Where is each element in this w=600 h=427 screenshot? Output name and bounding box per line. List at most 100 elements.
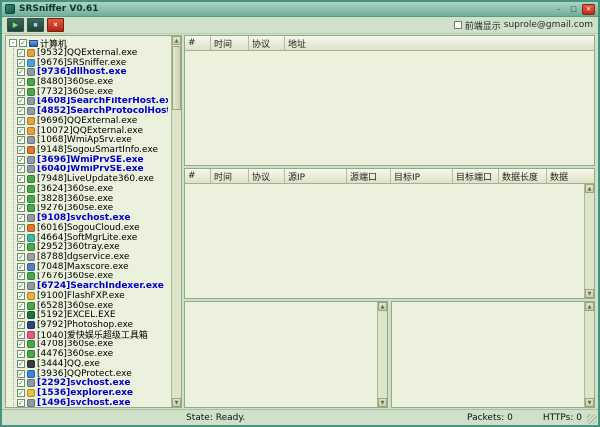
process-checkbox[interactable]: ✓	[17, 379, 25, 387]
process-checkbox[interactable]: ✓	[17, 399, 25, 407]
collapse-icon[interactable]: -	[9, 39, 17, 47]
tree-item-process[interactable]: ✓ [3936]QQProtect.exe	[17, 369, 168, 379]
close-button[interactable]: ×	[582, 4, 595, 15]
process-checkbox[interactable]: ✓	[17, 360, 25, 368]
scroll-down-icon[interactable]: ▼	[585, 289, 594, 298]
tree-item-process[interactable]: ✓ [2292]svchost.exe	[17, 378, 168, 388]
raw-data-scrollbar[interactable]: ▲ ▼	[377, 302, 387, 407]
minimize-button[interactable]: –	[552, 4, 565, 15]
tree-item-process[interactable]: ✓ [6016]SogouCloud.exe	[17, 223, 168, 233]
tree-item-process[interactable]: ✓ [3828]360se.exe	[17, 194, 168, 204]
tree-item-process[interactable]: ✓ [9100]FlashFXP.exe	[17, 291, 168, 301]
process-checkbox[interactable]: ✓	[17, 97, 25, 105]
tree-item-process[interactable]: ✓ [8788]dgservice.exe	[17, 252, 168, 262]
stop-capture-button[interactable]: ■	[27, 18, 44, 32]
process-checkbox[interactable]: ✓	[17, 156, 25, 164]
process-checkbox[interactable]: ✓	[17, 292, 25, 300]
column-header[interactable]: 目标端口	[453, 169, 499, 183]
process-checkbox[interactable]: ✓	[17, 195, 25, 203]
tree-item-process[interactable]: ✓ [9108]svchost.exe	[17, 213, 168, 223]
process-checkbox[interactable]: ✓	[17, 370, 25, 378]
process-checkbox[interactable]: ✓	[17, 234, 25, 242]
scroll-down-icon[interactable]: ▼	[172, 398, 181, 407]
scroll-up-icon[interactable]: ▲	[172, 36, 181, 45]
process-checkbox[interactable]: ✓	[17, 214, 25, 222]
scroll-up-icon[interactable]: ▲	[585, 302, 594, 311]
tree-item-process[interactable]: ✓ [6040]WmiPrvSE.exe	[17, 165, 168, 175]
process-checkbox[interactable]: ✓	[17, 340, 25, 348]
decoded-data-scrollbar[interactable]: ▲ ▼	[584, 302, 594, 407]
tree-item-process[interactable]: ✓ [3696]WmiPrvSE.exe	[17, 155, 168, 165]
scroll-down-icon[interactable]: ▼	[585, 398, 594, 407]
process-checkbox[interactable]: ✓	[17, 253, 25, 261]
column-header[interactable]: 数据	[547, 169, 594, 183]
process-checkbox[interactable]: ✓	[17, 224, 25, 232]
tree-item-process[interactable]: ✓ [1536]explorer.exe	[17, 388, 168, 398]
process-checkbox[interactable]: ✓	[17, 350, 25, 358]
tree-item-process[interactable]: ✓ [2952]360tray.exe	[17, 242, 168, 252]
column-header[interactable]: #	[185, 169, 211, 183]
tree-root-computer[interactable]: - ✓ 计算机	[9, 38, 168, 48]
root-checkbox[interactable]: ✓	[19, 39, 27, 47]
scroll-up-icon[interactable]: ▲	[585, 184, 594, 193]
tree-item-process[interactable]: ✓ [1040]爱快娱乐超级工具箱	[17, 330, 168, 340]
tree-item-process[interactable]: ✓ [4664]SoftMgrLite.exe	[17, 233, 168, 243]
process-checkbox[interactable]: ✓	[17, 59, 25, 67]
process-checkbox[interactable]: ✓	[17, 165, 25, 173]
tree-item-process[interactable]: ✓ [7048]Maxscore.exe	[17, 262, 168, 272]
tree-item-process[interactable]: ✓ [8480]360se.exe	[17, 77, 168, 87]
tree-item-process[interactable]: ✓ [7732]360se.exe	[17, 87, 168, 97]
maximize-button[interactable]: □	[567, 4, 580, 15]
process-checkbox[interactable]: ✓	[17, 302, 25, 310]
tree-item-process[interactable]: ✓ [7948]LiveUpdate360.exe	[17, 174, 168, 184]
process-checkbox[interactable]: ✓	[17, 175, 25, 183]
process-checkbox[interactable]: ✓	[17, 146, 25, 154]
process-checkbox[interactable]: ✓	[17, 78, 25, 86]
tree-scrollbar[interactable]: ▲ ▼	[171, 36, 181, 407]
tree-item-process[interactable]: ✓ [7676]360se.exe	[17, 272, 168, 282]
tree-item-process[interactable]: ✓ [6724]SearchIndexer.exe	[17, 281, 168, 291]
tree-item-process[interactable]: ✓ [9532]QQExternal.exe	[17, 48, 168, 58]
process-checkbox[interactable]: ✓	[17, 127, 25, 135]
process-checkbox[interactable]: ✓	[17, 321, 25, 329]
tree-item-process[interactable]: ✓ [9676]SRSniffer.exe	[17, 58, 168, 68]
tree-item-process[interactable]: ✓ [3624]360se.exe	[17, 184, 168, 194]
process-checkbox[interactable]: ✓	[17, 204, 25, 212]
process-checkbox[interactable]: ✓	[17, 68, 25, 76]
scroll-up-icon[interactable]: ▲	[378, 302, 387, 311]
process-checkbox[interactable]: ✓	[17, 389, 25, 397]
process-checkbox[interactable]: ✓	[17, 243, 25, 251]
process-checkbox[interactable]: ✓	[17, 185, 25, 193]
tree-item-process[interactable]: ✓ [9276]360se.exe	[17, 204, 168, 214]
packet-table-scrollbar[interactable]: ▲ ▼	[584, 184, 594, 298]
tree-item-process[interactable]: ✓ [3444]QQ.exe	[17, 359, 168, 369]
tree-item-process[interactable]: ✓ [4852]SearchProtocolHost.e	[17, 106, 168, 116]
column-header[interactable]: 协议	[249, 169, 285, 183]
process-checkbox[interactable]: ✓	[17, 49, 25, 57]
tree-item-process[interactable]: ✓ [5192]EXCEL.EXE	[17, 310, 168, 320]
tree-item-process[interactable]: ✓ [9736]dllhost.exe	[17, 67, 168, 77]
tree-item-process[interactable]: ✓ [6528]360se.exe	[17, 301, 168, 311]
column-header[interactable]: 目标IP	[391, 169, 453, 183]
process-checkbox[interactable]: ✓	[17, 263, 25, 271]
column-header[interactable]: 协议	[249, 36, 285, 50]
clear-button[interactable]: ×	[47, 18, 64, 32]
front-display-checkbox[interactable]	[454, 21, 462, 29]
process-checkbox[interactable]: ✓	[17, 136, 25, 144]
tree-item-process[interactable]: ✓ [4476]360se.exe	[17, 349, 168, 359]
scroll-down-icon[interactable]: ▼	[378, 398, 387, 407]
process-checkbox[interactable]: ✓	[17, 311, 25, 319]
column-header[interactable]: 数据长度	[499, 169, 547, 183]
tree-item-process[interactable]: ✓ [9792]Photoshop.exe	[17, 320, 168, 330]
process-checkbox[interactable]: ✓	[17, 107, 25, 115]
tree-item-process[interactable]: ✓ [9696]QQExternal.exe	[17, 116, 168, 126]
tree-item-process[interactable]: ✓ [1496]svchost.exe	[17, 398, 168, 408]
column-header[interactable]: #	[185, 36, 211, 50]
tree-item-process[interactable]: ✓ [4608]SearchFilterHost.exe	[17, 97, 168, 107]
tree-item-process[interactable]: ✓ [9148]SogouSmartInfo.exe	[17, 145, 168, 155]
column-header[interactable]: 时间	[211, 36, 249, 50]
process-checkbox[interactable]: ✓	[17, 117, 25, 125]
scroll-thumb[interactable]	[172, 46, 181, 110]
process-checkbox[interactable]: ✓	[17, 272, 25, 280]
column-header[interactable]: 地址	[285, 36, 594, 50]
